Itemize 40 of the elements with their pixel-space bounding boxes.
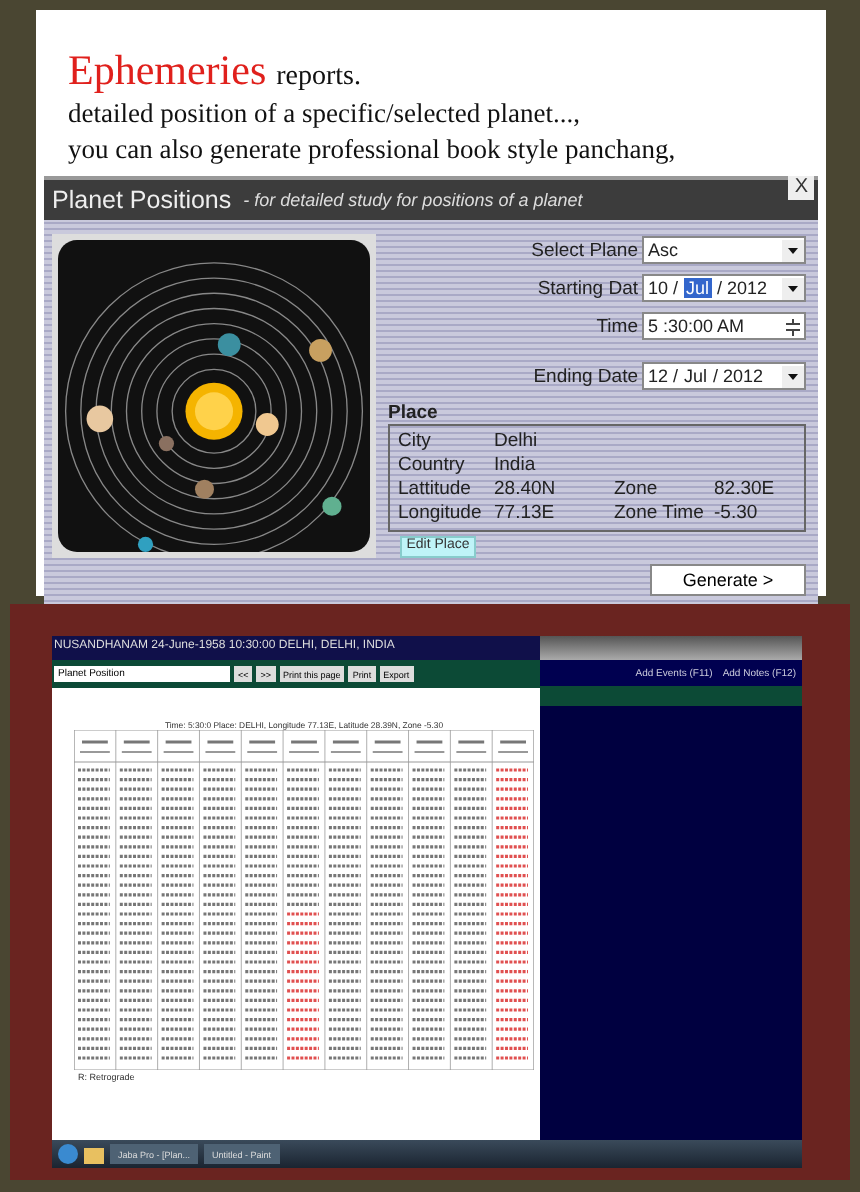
date-field[interactable]: 10 / Jul / 2012 [642,274,806,302]
place-label: Zone Time [614,502,706,524]
place-value: India [494,454,538,476]
place-label: City [398,430,433,452]
start-orb-icon[interactable] [58,1144,78,1164]
place-value: -5.30 [714,502,760,524]
place-label: Zone [614,478,660,500]
time-field[interactable]: 5 :30:00 AM [642,312,806,340]
place-value: 28.40N [494,478,558,500]
place-value: 82.30E [714,478,777,500]
heading-suffix: reports. [276,62,362,94]
field-text: / 2012 [717,278,768,298]
field-text: 5 :30:00 AM [648,316,745,336]
group-heading: Place [388,402,440,424]
dropdown-field[interactable]: Asc [642,236,806,264]
field-text: 10 / [648,278,679,298]
place-label: Lattitude [398,478,473,500]
field-text: / 2012 [713,366,764,386]
body-text: detailed position of a specific/selected planet..., [68,96,583,132]
heading: Ephemeries [68,46,267,96]
field-label: Starting Dat [537,277,638,299]
field-text: Jul [684,366,708,386]
date-field[interactable]: 12 / Jul / 2012 [642,362,806,390]
close-button[interactable]: X [788,176,814,200]
field-text: Asc [648,240,679,260]
field-label: Ending Date [533,365,638,387]
dialog-title: Planet Positions [52,186,232,214]
field-text: 12 / [648,366,679,386]
dialog-subtitle: - for detailed study for positions of a planet [243,190,583,210]
field-label: Select Plane [531,239,638,261]
field-label: Time [596,315,638,337]
place-label: Country [398,454,467,476]
folder-icon[interactable] [84,1145,104,1163]
place-value: 77.13E [494,502,557,524]
body-text: you can also generate professional book style panchang, [68,132,678,168]
place-label: Longitude [398,502,484,524]
place-value: Delhi [494,430,540,452]
spinner-icon[interactable] [782,315,804,337]
generate-button[interactable]: Generate > [650,563,806,595]
selected-field-text: Jul [684,278,712,298]
